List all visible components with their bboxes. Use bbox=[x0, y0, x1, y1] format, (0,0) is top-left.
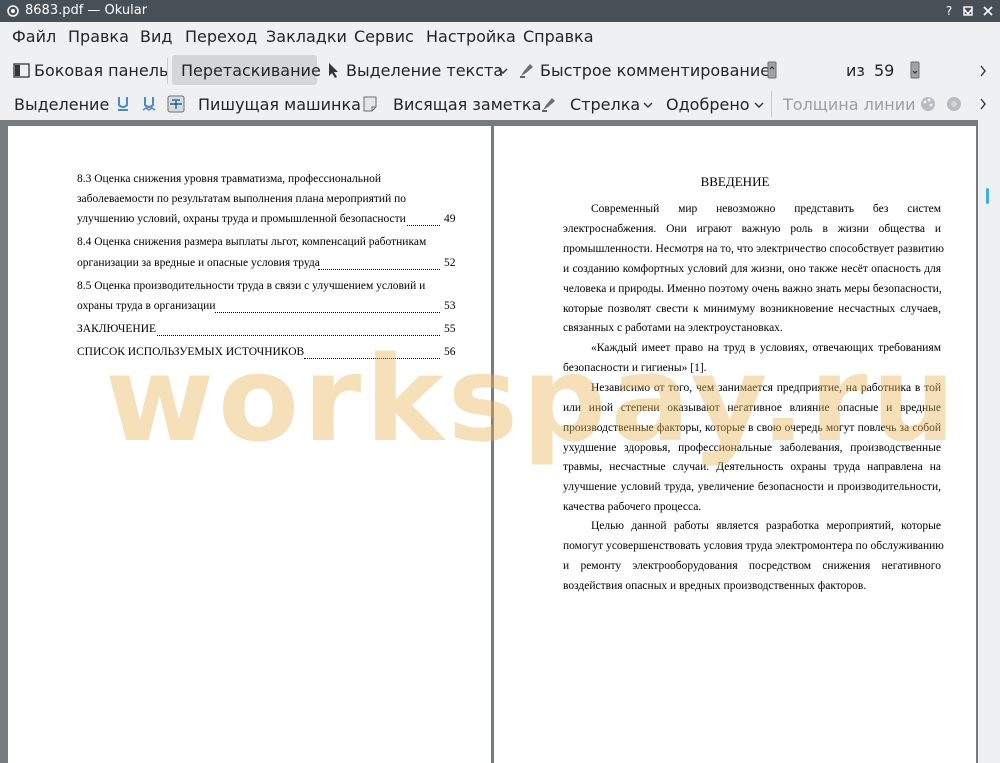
paragraph-line: или иной степени оказывают негативное вл… bbox=[563, 402, 941, 414]
menu-view[interactable]: Вид bbox=[140, 27, 172, 46]
menu-file[interactable]: Файл bbox=[12, 27, 56, 46]
squiggly-underline-icon[interactable] bbox=[142, 95, 156, 113]
page-total-label: 59 bbox=[874, 61, 895, 80]
underline-icon[interactable] bbox=[116, 95, 130, 113]
annotation-toolbar: Выделение Пишущая машинка Висящая заметк… bbox=[0, 88, 1000, 120]
menu-help[interactable]: Справка bbox=[523, 27, 594, 46]
toc-leader bbox=[215, 312, 440, 313]
page-up-icon[interactable] bbox=[767, 61, 777, 79]
paragraph-line: улучшение условий труда, увеличение безо… bbox=[563, 481, 941, 493]
paragraph-line: связанных с работами на электроустановка… bbox=[563, 322, 783, 334]
maximize-icon[interactable] bbox=[960, 3, 976, 19]
toc-line: 8.3 Оценка снижения уровня травматизма, … bbox=[77, 173, 382, 185]
paragraph-line: качества рабочего процесса. bbox=[563, 501, 702, 513]
stamp-tool-button[interactable]: Одобрено bbox=[666, 95, 750, 114]
highlight-tool-button[interactable]: Выделение bbox=[14, 95, 109, 114]
line-width-control: Толщина линии bbox=[783, 95, 916, 114]
toc-line: организации за вредные и опасные условия… bbox=[77, 257, 320, 269]
toc-page-number: 56 bbox=[444, 346, 456, 358]
paragraph-line: травмы, несчастные случаи. Деятельность … bbox=[563, 461, 941, 473]
toc-leader bbox=[304, 358, 440, 359]
text-select-button[interactable]: Выделение текста bbox=[346, 61, 503, 80]
sidebar-icon bbox=[13, 63, 30, 78]
sidebar-toggle-button[interactable]: Боковая панель bbox=[34, 61, 168, 80]
menu-bookmarks[interactable]: Закладки bbox=[266, 27, 347, 46]
cursor-icon bbox=[329, 63, 338, 78]
chevron-down-icon[interactable] bbox=[498, 67, 508, 75]
toc-line: 8.4 Оценка снижения размера выплаты льго… bbox=[77, 236, 427, 248]
typewriter-tool-button[interactable]: Пишущая машинка bbox=[198, 95, 361, 114]
drag-tool-button[interactable]: Перетаскивание bbox=[181, 61, 321, 80]
brush-icon bbox=[542, 98, 555, 112]
toc-line: ЗАКЛЮЧЕНИЕ bbox=[77, 323, 157, 335]
paragraph-line: «Каждый имеет право на труд в условиях, … bbox=[591, 342, 941, 354]
okular-app-icon bbox=[7, 5, 19, 17]
note-icon bbox=[363, 96, 377, 112]
popup-note-button[interactable]: Висящая заметка bbox=[393, 95, 541, 114]
menu-tools[interactable]: Сервис bbox=[354, 27, 414, 46]
chevron-right-icon[interactable] bbox=[979, 65, 987, 77]
paragraph-line: человека и природы. Именно поэтому очень… bbox=[563, 283, 942, 295]
toc-page-number: 52 bbox=[444, 257, 456, 269]
color-palette-icon bbox=[921, 97, 935, 111]
toc-line: охраны труда в организации bbox=[77, 300, 216, 312]
paragraph-line: воздействия опасных и вредных производст… bbox=[563, 580, 867, 592]
page-of-label: из bbox=[846, 61, 865, 80]
window-title: 8683.pdf — Okular bbox=[25, 3, 148, 18]
paragraph-line: и ремонту электрооборудования посредство… bbox=[563, 560, 941, 572]
toc-page-number: 53 bbox=[444, 300, 456, 312]
chevron-down-icon[interactable] bbox=[754, 101, 764, 109]
menu-bar: Файл Правка Вид Переход Закладки Сервис … bbox=[0, 22, 1000, 52]
vertical-scrollbar[interactable] bbox=[978, 120, 1000, 763]
paragraph-line: электроснабжения. Они играют важную роль… bbox=[563, 223, 941, 235]
toc-page-number: 49 bbox=[444, 213, 456, 225]
paragraph-line: помогут усовершенствовать условия труда … bbox=[563, 540, 944, 552]
paragraph-line: безопасности и гигиены» [1]. bbox=[563, 362, 707, 374]
toc-line: заболеваемости по результатам выполнения… bbox=[77, 193, 407, 205]
quick-comment-button[interactable]: Быстрое комментирование bbox=[540, 61, 770, 80]
toolbar-separator bbox=[167, 58, 168, 84]
chevron-down-icon[interactable] bbox=[643, 101, 653, 109]
paragraph-line: Современный мир невозможно представить б… bbox=[591, 203, 941, 215]
highlighter-icon bbox=[520, 64, 533, 78]
title-bar: 8683.pdf — Okular ? bbox=[0, 0, 1000, 22]
paragraph-line: Целью данной работы является разработка … bbox=[591, 520, 941, 532]
toc-page-number: 55 bbox=[444, 323, 456, 335]
document-viewport[interactable]: 8.3 Оценка снижения уровня травматизма, … bbox=[0, 120, 1000, 763]
chevron-right-icon[interactable] bbox=[979, 98, 987, 110]
pdf-page-left: 8.3 Оценка снижения уровня травматизма, … bbox=[8, 126, 491, 763]
paragraph-line: которые позволят свести к минимуму возни… bbox=[563, 303, 941, 315]
toc-line: 8.5 Оценка производительности труда в св… bbox=[77, 280, 426, 292]
menu-edit[interactable]: Правка bbox=[68, 27, 129, 46]
main-toolbar: Боковая панель Перетаскивание Выделение … bbox=[0, 52, 1000, 136]
toc-line: улучшению условий, охраны труда и промыш… bbox=[77, 213, 406, 225]
strikeout-icon[interactable] bbox=[167, 95, 185, 113]
section-heading: ВВЕДЕНИЕ bbox=[700, 174, 770, 189]
menu-settings[interactable]: Настройка bbox=[426, 27, 516, 46]
menu-go[interactable]: Переход bbox=[185, 27, 257, 46]
arrow-tool-button[interactable]: Стрелка bbox=[570, 95, 640, 114]
toolbar-separator bbox=[771, 91, 772, 117]
close-icon[interactable] bbox=[980, 3, 996, 19]
paragraph-line: производственные факторы, которые в свою… bbox=[563, 422, 941, 434]
pdf-page-right: ВВЕДЕНИЕ Современный мир невозможно пред… bbox=[494, 126, 976, 763]
toc-leader bbox=[157, 335, 440, 336]
opacity-icon bbox=[947, 97, 961, 111]
paragraph-line: промышленности. Несмотря на то, что элек… bbox=[563, 243, 944, 255]
paragraph-line: Независимо от того, чем занимается предп… bbox=[591, 382, 941, 394]
page-down-icon[interactable] bbox=[910, 61, 920, 79]
toc-line: СПИСОК ИСПОЛЬЗУЕМЫХ ИСТОЧНИКОВ bbox=[77, 346, 305, 358]
paragraph-line: и созданию комфортных условий для жизни,… bbox=[563, 263, 941, 275]
paragraph-line: ухудшение здоровья, профессиональные заб… bbox=[563, 442, 941, 454]
toc-leader bbox=[318, 269, 440, 270]
minimize-button-area bbox=[940, 3, 956, 19]
toc-leader bbox=[407, 225, 440, 226]
scrollbar-thumb[interactable] bbox=[986, 188, 989, 204]
